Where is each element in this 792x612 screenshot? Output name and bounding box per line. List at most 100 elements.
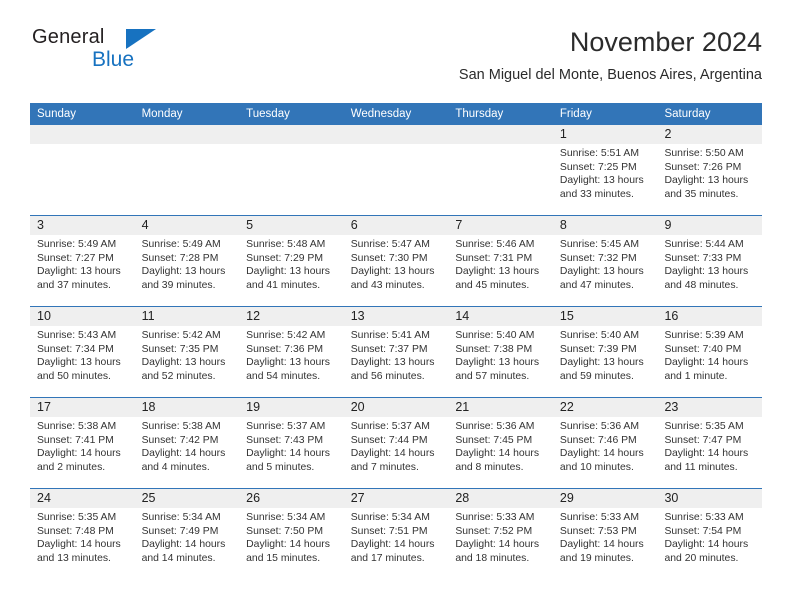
calendar-day-cell[interactable]: 4 Sunrise: 5:49 AM Sunset: 7:28 PM Daylight… — [134, 216, 240, 306]
daylight-text-line1: Daylight: 13 hours — [664, 266, 749, 278]
calendar-day-cell[interactable]: 18 Sunrise: 5:38 AM Sunset: 7:42 PM Dayligh… — [134, 398, 240, 488]
daylight-text-line1: Daylight: 14 hours — [455, 539, 540, 551]
calendar-day-cell[interactable]: 15 Sunrise: 5:40 AM Sunset: 7:39 PM Dayligh… — [552, 307, 658, 397]
day-number: 20 — [343, 398, 449, 417]
calendar-day-cell[interactable]: 19 Sunrise: 5:37 AM Sunset: 7:43 PM Dayligh… — [239, 398, 344, 488]
calendar-week-row: 17 Sunrise: 5:38 AM Sunset: 7:41 PM Dayligh… — [30, 397, 763, 488]
sunset-text: Sunset: 7:31 PM — [455, 252, 533, 264]
calendar-day-cell[interactable]: 22 Sunrise: 5:36 AM Sunset: 7:46 PM Dayligh… — [552, 398, 658, 488]
brand-name-blue: Blue — [92, 48, 135, 71]
day-number: 21 — [448, 398, 553, 417]
day-number: 12 — [239, 307, 344, 326]
calendar-day-cell-empty — [448, 125, 553, 215]
sunrise-text: Sunrise: 5:43 AM — [37, 330, 117, 341]
daylight-text-line1: Daylight: 13 hours — [350, 266, 435, 278]
sunset-text: Sunset: 7:41 PM — [37, 434, 114, 446]
sunrise-text: Sunrise: 5:48 AM — [246, 239, 326, 250]
calendar-day-cell[interactable]: 3 Sunrise: 5:49 AM Sunset: 7:27 PM Daylight… — [30, 216, 135, 306]
calendar-day-cell[interactable]: 28 Sunrise: 5:33 AM Sunset: 7:52 PM Dayligh… — [448, 489, 553, 579]
weekday-header-sunday: Sunday — [37, 108, 77, 120]
day-details: Sunrise: 5:45 AM Sunset: 7:32 PM Daylight:… — [553, 235, 658, 292]
calendar-week-row: 1 Sunrise: 5:51 AM Sunset: 7:25 PM Daylight… — [30, 125, 763, 215]
calendar-day-cell[interactable]: 10 Sunrise: 5:43 AM Sunset: 7:34 PM Dayligh… — [30, 307, 135, 397]
calendar-day-cell[interactable]: 12 Sunrise: 5:42 AM Sunset: 7:36 PM Dayligh… — [239, 307, 344, 397]
calendar-week-row: 3 Sunrise: 5:49 AM Sunset: 7:27 PM Daylight… — [30, 215, 763, 306]
daylight-text-line1: Daylight: 13 hours — [455, 266, 540, 278]
calendar-day-cell[interactable]: 13 Sunrise: 5:41 AM Sunset: 7:37 PM Dayligh… — [343, 307, 449, 397]
daylight-text-line2: and 5 minutes. — [246, 461, 315, 473]
calendar-day-cell[interactable]: 17 Sunrise: 5:38 AM Sunset: 7:41 PM Dayligh… — [30, 398, 135, 488]
calendar-day-cell[interactable]: 5 Sunrise: 5:48 AM Sunset: 7:29 PM Daylight… — [239, 216, 344, 306]
daylight-text-line1: Daylight: 13 hours — [246, 357, 330, 369]
calendar-day-cell[interactable]: 1 Sunrise: 5:51 AM Sunset: 7:25 PM Daylight… — [552, 125, 658, 215]
daylight-text-line1: Daylight: 13 hours — [37, 357, 121, 369]
sunrise-text: Sunrise: 5:38 AM — [141, 421, 221, 432]
sunrise-text: Sunrise: 5:33 AM — [559, 512, 640, 523]
daylight-text-line2: and 59 minutes. — [559, 370, 634, 382]
daylight-text-line2: and 56 minutes. — [350, 370, 425, 382]
calendar-day-cell[interactable]: 16 Sunrise: 5:39 AM Sunset: 7:40 PM Dayligh… — [657, 307, 763, 397]
day-details: Sunrise: 5:49 AM Sunset: 7:28 PM Daylight:… — [135, 235, 240, 292]
daylight-text-line1: Daylight: 14 hours — [350, 448, 435, 460]
sunset-text: Sunset: 7:36 PM — [246, 343, 323, 355]
daylight-text-line1: Daylight: 14 hours — [664, 448, 749, 460]
calendar-day-cell[interactable]: 25 Sunrise: 5:34 AM Sunset: 7:49 PM Dayligh… — [134, 489, 240, 579]
calendar-day-cell[interactable]: 9 Sunrise: 5:44 AM Sunset: 7:33 PM Daylight… — [657, 216, 763, 306]
day-details: Sunrise: 5:41 AM Sunset: 7:37 PM Daylight:… — [344, 326, 449, 383]
daylight-text-line1: Daylight: 14 hours — [246, 448, 330, 460]
sunrise-text: Sunrise: 5:35 AM — [664, 421, 744, 432]
day-details: Sunrise: 5:38 AM Sunset: 7:41 PM Daylight:… — [30, 417, 135, 474]
day-details: Sunrise: 5:34 AM Sunset: 7:49 PM Daylight:… — [135, 508, 240, 565]
calendar-day-cell[interactable]: 30 Sunrise: 5:33 AM Sunset: 7:54 PM Dayligh… — [657, 489, 763, 579]
day-number: 28 — [448, 489, 553, 508]
day-details: Sunrise: 5:33 AM Sunset: 7:53 PM Daylight:… — [553, 508, 658, 565]
sunrise-text: Sunrise: 5:47 AM — [350, 239, 430, 250]
calendar-day-cell[interactable]: 21 Sunrise: 5:36 AM Sunset: 7:45 PM Dayligh… — [448, 398, 553, 488]
daylight-text-line2: and 50 minutes. — [37, 370, 111, 382]
page-title: November 2024 — [569, 27, 762, 57]
day-details: Sunrise: 5:37 AM Sunset: 7:44 PM Daylight:… — [344, 417, 449, 474]
sunset-text: Sunset: 7:51 PM — [350, 525, 428, 537]
calendar-day-cell[interactable]: 6 Sunrise: 5:47 AM Sunset: 7:30 PM Daylight… — [343, 216, 449, 306]
sunrise-text: Sunrise: 5:45 AM — [559, 239, 640, 250]
day-details: Sunrise: 5:46 AM Sunset: 7:31 PM Daylight:… — [448, 235, 553, 292]
daylight-text-line2: and 19 minutes. — [559, 552, 634, 564]
sunset-text: Sunset: 7:54 PM — [664, 525, 742, 537]
calendar-day-cell[interactable]: 20 Sunrise: 5:37 AM Sunset: 7:44 PM Dayligh… — [343, 398, 449, 488]
sunset-text: Sunset: 7:47 PM — [664, 434, 742, 446]
sunrise-text: Sunrise: 5:37 AM — [350, 421, 430, 432]
sunrise-text: Sunrise: 5:49 AM — [141, 239, 221, 250]
sunset-text: Sunset: 7:40 PM — [664, 343, 742, 355]
day-number: 17 — [30, 398, 135, 417]
calendar-day-cell[interactable]: 24 Sunrise: 5:35 AM Sunset: 7:48 PM Dayligh… — [30, 489, 135, 579]
calendar-day-cell[interactable]: 14 Sunrise: 5:40 AM Sunset: 7:38 PM Dayligh… — [448, 307, 553, 397]
sunrise-text: Sunrise: 5:40 AM — [559, 330, 640, 341]
calendar-day-cell[interactable]: 8 Sunrise: 5:45 AM Sunset: 7:32 PM Daylight… — [552, 216, 658, 306]
day-number: 23 — [657, 398, 763, 417]
calendar-day-cell[interactable]: 29 Sunrise: 5:33 AM Sunset: 7:53 PM Dayligh… — [552, 489, 658, 579]
calendar-day-cell[interactable]: 27 Sunrise: 5:34 AM Sunset: 7:51 PM Dayligh… — [343, 489, 449, 579]
calendar-day-cell-empty — [134, 125, 240, 215]
day-number: 18 — [134, 398, 240, 417]
day-number: 6 — [343, 216, 449, 235]
calendar-day-cell[interactable]: 2 Sunrise: 5:50 AM Sunset: 7:26 PM Daylight… — [657, 125, 763, 215]
day-number: 3 — [30, 216, 135, 235]
sunrise-text: Sunrise: 5:42 AM — [141, 330, 221, 341]
calendar-day-cell[interactable]: 23 Sunrise: 5:35 AM Sunset: 7:47 PM Dayligh… — [657, 398, 763, 488]
daylight-text-line1: Daylight: 13 hours — [141, 357, 226, 369]
daylight-text-line1: Daylight: 13 hours — [37, 266, 121, 278]
sunset-text: Sunset: 7:28 PM — [141, 252, 219, 264]
sunset-text: Sunset: 7:38 PM — [455, 343, 533, 355]
calendar-grid: Sunday Monday Tuesday Wednesday Thursday… — [30, 103, 763, 579]
daylight-text-line2: and 4 minutes. — [141, 461, 210, 473]
calendar-day-cell[interactable]: 7 Sunrise: 5:46 AM Sunset: 7:31 PM Daylight… — [448, 216, 553, 306]
day-details: Sunrise: 5:35 AM Sunset: 7:47 PM Daylight:… — [657, 417, 762, 474]
sunrise-text: Sunrise: 5:44 AM — [664, 239, 744, 250]
daylight-text-line1: Daylight: 14 hours — [559, 539, 644, 551]
brand-logo[interactable]: General Blue — [30, 26, 270, 88]
daylight-text-line1: Daylight: 13 hours — [664, 175, 749, 187]
calendar-day-cell[interactable]: 26 Sunrise: 5:34 AM Sunset: 7:50 PM Dayligh… — [239, 489, 344, 579]
calendar-day-cell[interactable]: 11 Sunrise: 5:42 AM Sunset: 7:35 PM Dayligh… — [134, 307, 240, 397]
calendar-weeks: 1 Sunrise: 5:51 AM Sunset: 7:25 PM Daylight… — [30, 125, 763, 579]
day-details: Sunrise: 5:47 AM Sunset: 7:30 PM Daylight:… — [344, 235, 449, 292]
